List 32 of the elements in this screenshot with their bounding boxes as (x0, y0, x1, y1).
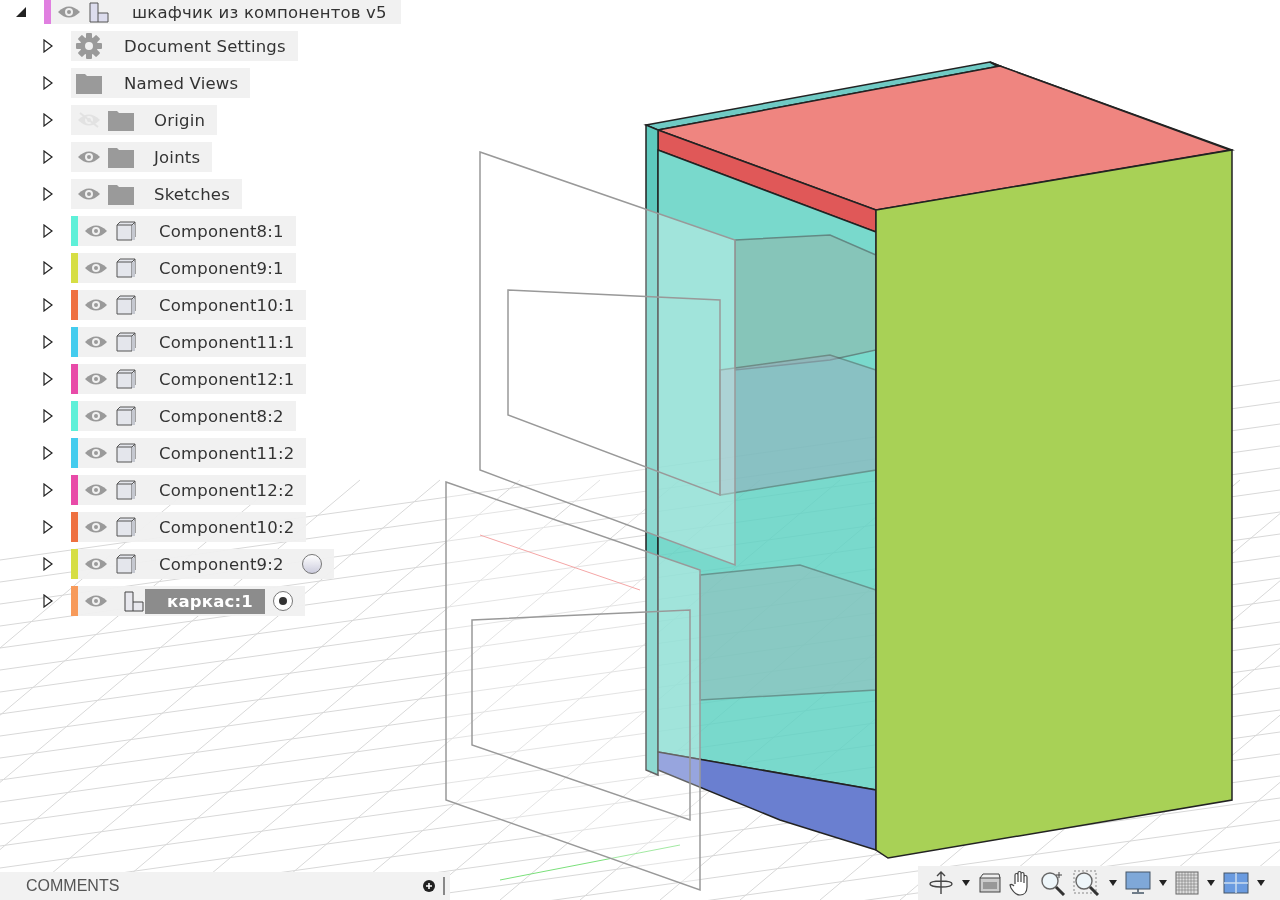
cube-icon (115, 331, 137, 353)
cube-icon (115, 479, 137, 501)
cube-icon (115, 553, 137, 575)
film-icon[interactable] (978, 872, 1002, 894)
zoom-window-icon[interactable] (1073, 870, 1101, 896)
monitor-icon[interactable] (1125, 871, 1151, 895)
add-icon[interactable] (423, 880, 435, 892)
cube-icon (115, 257, 137, 279)
caret-icon[interactable] (1158, 879, 1168, 887)
cube-icon (115, 516, 137, 538)
viewport-layout-icon[interactable] (1223, 872, 1249, 894)
activate-radio[interactable] (272, 591, 293, 611)
caret-icon[interactable] (1256, 879, 1266, 887)
caret-icon[interactable] (1108, 879, 1118, 887)
cube-icon (115, 294, 137, 316)
cube-icon (115, 442, 137, 464)
activate-radio[interactable] (301, 554, 322, 574)
cube-icon (115, 368, 137, 390)
caret-icon[interactable] (1206, 879, 1216, 887)
assembly-icon (88, 1, 110, 23)
assembly-icon (123, 590, 145, 612)
orbit-icon[interactable] (928, 871, 954, 895)
caret-icon[interactable] (961, 879, 971, 887)
cube-icon (115, 220, 137, 242)
panel-handle[interactable] (443, 877, 448, 895)
zoom-icon[interactable] (1040, 870, 1066, 896)
folder-icon (108, 183, 134, 205)
cube-icon (115, 405, 137, 427)
comments-title: COMMENTS (26, 877, 120, 895)
folder-icon (108, 146, 134, 168)
folder-icon (108, 109, 134, 131)
folder-icon (76, 72, 102, 94)
